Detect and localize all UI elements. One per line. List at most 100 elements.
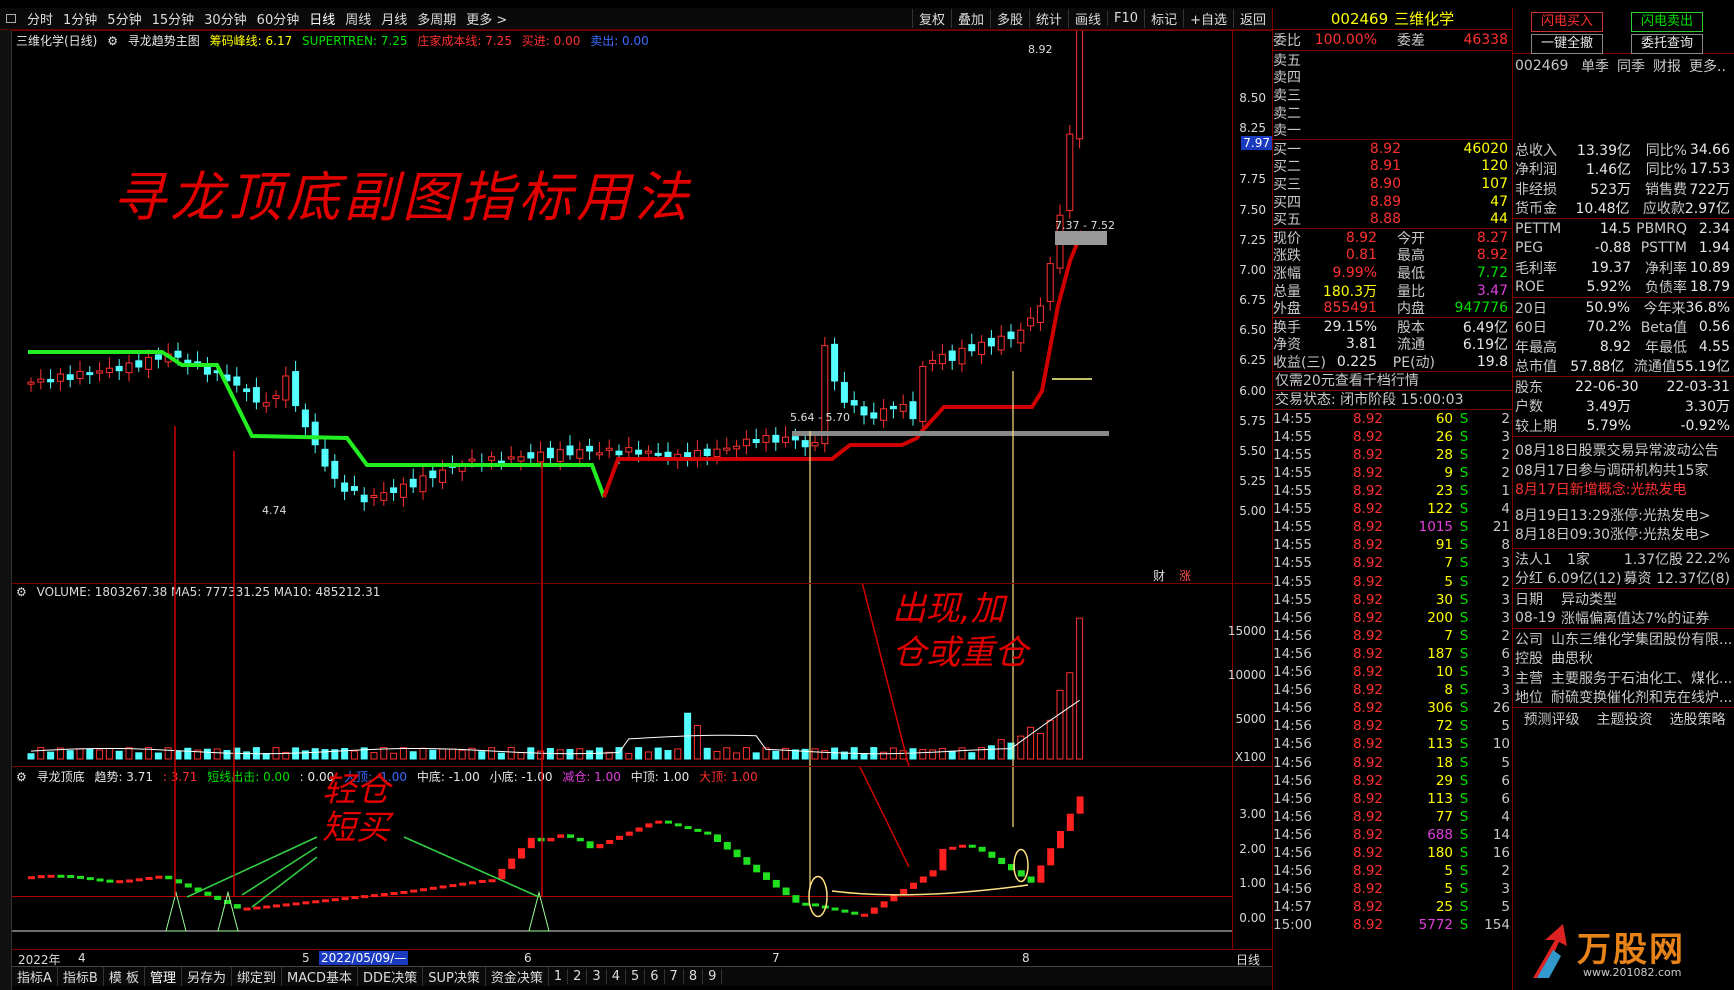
candle [595,452,603,456]
tab-dde[interactable]: DDE决策 [358,967,424,986]
tab-num[interactable]: 5 [626,969,646,984]
period-tab[interactable]: 30分钟 [199,9,252,28]
ask-row[interactable]: 卖五 [1273,51,1512,69]
bid-row[interactable]: 买一 8.92 46020 [1273,140,1512,158]
news-item[interactable]: 8月19日13:29涨停:光热发电> [1513,505,1734,525]
tab-num[interactable]: 1 [549,969,569,984]
last-price-tag: 7.97 [1241,136,1272,150]
flash-buy-button[interactable]: 闪电买入 [1531,12,1603,32]
tick-cell: S [1459,844,1469,861]
tool-stats[interactable]: 统计 [1029,9,1068,28]
tool-multi[interactable]: 多股 [989,9,1029,28]
tab-report[interactable]: 财报 [1653,56,1681,76]
company-row: 控股 曲思秋 [1515,651,1593,668]
ask-row[interactable]: 卖一 [1273,121,1512,139]
candle [880,408,888,421]
trend-bar [351,896,359,900]
tab-num[interactable]: 3 [587,969,607,984]
tab-num[interactable]: 9 [703,969,723,984]
tab-num[interactable]: 8 [684,969,704,984]
tab-num[interactable]: 6 [645,969,665,984]
promo-link[interactable]: 仅需20元查看千档行情 [1273,370,1512,390]
ask-row[interactable]: 卖四 [1273,69,1512,86]
period-tab[interactable]: 5分钟 [102,9,146,28]
tab-save-as[interactable]: 另存为 [182,967,232,986]
cancel-all-button[interactable]: 一键全撤 [1531,34,1603,54]
tab-quarter[interactable]: 单季 [1581,56,1609,76]
tool-mark[interactable]: 标记 [1144,9,1183,28]
tool-add-watchlist[interactable]: +自选 [1183,9,1233,28]
candle [282,375,290,401]
window-icon[interactable] [6,14,16,23]
tab-more[interactable]: 更多.. [1689,56,1726,76]
news-item[interactable]: 8月17日新增概念:光热发电 [1513,480,1734,500]
bid-row[interactable]: 买四 8.89 47 [1273,193,1512,211]
period-more[interactable]: 更多 > [461,9,512,28]
volume-bar [105,747,113,760]
tab-capital[interactable]: 资金决策 [486,967,549,986]
bid-row[interactable]: 买三 8.90 107 [1273,175,1512,193]
trend-bar [1047,848,1055,866]
candle [96,370,104,374]
tab-indicator-a[interactable]: 指标A [12,967,58,986]
tab-sup[interactable]: SUP决策 [423,967,486,986]
tool-adjust[interactable]: 复权 [911,9,951,28]
ask-row[interactable]: 卖三 [1273,86,1512,104]
period-tab[interactable]: 1分钟 [58,9,102,28]
theme-link[interactable]: 主题投资 [1597,709,1653,729]
trend-bar [302,901,310,905]
tab-bind[interactable]: 绑定到 [232,967,283,986]
candle [262,402,270,407]
trend-bar [292,902,300,906]
badge-limit-up[interactable]: 涨 [1176,567,1194,583]
tab-num[interactable]: 7 [665,969,684,984]
tab-macd[interactable]: MACD基本 [282,967,358,986]
f10-cell: 34.66 [1689,141,1730,158]
f10-row: 股东 22-06-30 22-03-31 [1513,377,1734,397]
y-tick: 6.25 [1239,353,1266,367]
tab-manage[interactable]: 管理 [145,967,182,986]
bid-row[interactable]: 买二 8.91 120 [1273,158,1512,175]
rating-link[interactable]: 预测评级 [1524,709,1580,729]
period-tab-daily[interactable]: 日线 [304,9,340,28]
tick-row: 14:56 8.92 18 S 5 [1273,753,1512,771]
tick-cell: S [1459,573,1469,590]
tab-template[interactable]: 模 板 [104,967,145,986]
tool-draw[interactable]: 画线 [1068,9,1107,28]
tick-cell: 14:56 [1273,664,1312,681]
tick-cell: S [1459,519,1469,536]
f10-cell: 2.97亿 [1684,201,1731,218]
abnormal-row[interactable]: 08-19 涨幅偏离值达7%的证券 [1513,609,1734,629]
news-item[interactable]: 08月18日股票交易异常波动公告 [1513,441,1734,461]
strategy-link[interactable]: 选股策略 [1670,709,1726,729]
period-tab[interactable]: 月线 [376,9,412,28]
tick-cell: 14:56 [1273,682,1312,699]
volume-bar [938,747,946,760]
tick-cell: 8.92 [1352,664,1383,681]
period-tab[interactable]: 60分钟 [252,9,305,28]
tool-back[interactable]: 返回 [1232,9,1272,28]
period-tab[interactable]: 15分钟 [147,9,200,28]
tool-f10[interactable]: F10 [1107,11,1144,26]
tab-same-quarter[interactable]: 同季 [1617,56,1645,76]
tab-num[interactable]: 2 [568,969,588,984]
ma5-line [30,699,1080,755]
price-y-axis: 8.50 8.25 7.97 7.75 7.50 7.25 7.00 6.75 … [1232,31,1272,584]
footer-links: 预测评级 主题投资 选股策略 [1513,707,1734,729]
tab-num[interactable]: 4 [607,969,626,984]
period-tab[interactable]: 多周期 [412,9,461,28]
tab-indicator-b[interactable]: 指标B [58,967,104,986]
news-item[interactable]: 8月18日09:30涨停:光热发电> [1513,525,1734,545]
trend-bar [233,904,241,909]
bid-row[interactable]: 买五 8.88 44 [1273,210,1512,228]
flash-sell-button[interactable]: 闪电卖出 [1631,12,1703,32]
tool-overlay[interactable]: 叠加 [950,9,990,28]
period-tab[interactable]: 分时 [22,9,58,28]
badge-finance[interactable]: 财 [1150,567,1168,583]
ask-row[interactable]: 卖二 [1273,104,1512,122]
site-logo: 万股网 www.201082.com [1523,916,1723,986]
order-query-button[interactable]: 委托查询 [1631,34,1703,54]
period-tab[interactable]: 周线 [340,9,376,28]
tick-row: 14:57 8.92 25 S 5 [1273,898,1512,916]
news-item[interactable]: 08月17日参与调研机构共15家 [1513,460,1734,480]
